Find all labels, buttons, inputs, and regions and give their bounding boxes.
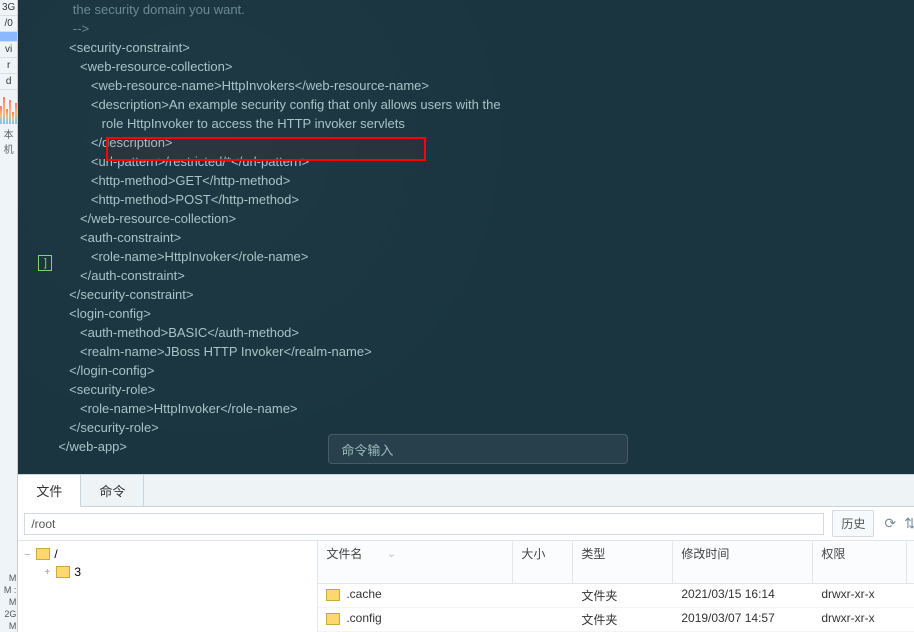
stat: 2G [0,608,17,620]
col-type[interactable]: 类型 [573,541,673,583]
gutter-marker[interactable]: ] [38,255,52,271]
command-input[interactable]: 命令输入 [328,434,628,464]
col-user[interactable]: 用户/用户组 [907,541,914,583]
label: 本机 [0,126,17,156]
file-size [513,584,573,607]
left-sidebar: 3G /0 vi r d 本机 M M : M 2G M [0,0,18,632]
code-line: --> [58,19,914,38]
file-perm: drwxr-xr-x [813,584,907,607]
code-line: </web-resource-collection> [58,209,914,228]
history-button[interactable]: 历史 [832,510,874,537]
code-line: the security domain you want. [58,0,914,19]
file-user: 0/0 [907,584,914,607]
col-perm[interactable]: 权限 [813,541,907,583]
code-line: <role-name>HttpInvoker</role-name> [58,399,914,418]
bars-icon [0,94,17,124]
tree-node-label: / [54,547,57,561]
code-editor[interactable]: the security domain you want. --> <secur… [18,0,914,474]
code-line: </security-constraint> [58,285,914,304]
code-line: role HttpInvoker to access the HTTP invo… [58,114,914,133]
label: d [0,74,17,90]
file-list[interactable]: 文件名 大小 类型 修改时间 权限 用户/用户组 .cache 文件夹 2021… [318,541,914,632]
code-line: <web-resource-name>HttpInvokers</web-res… [58,76,914,95]
col-size[interactable]: 大小 [513,541,573,583]
indicator [0,32,17,42]
code-line: <security-constraint> [58,38,914,57]
folder-icon [56,566,70,578]
code-line: <realm-name>JBoss HTTP Invoker</realm-na… [58,342,914,361]
code-line: <login-config> [58,304,914,323]
tab-bar: 文件 命令 [18,474,914,507]
tab-files[interactable]: 文件 [18,475,81,507]
code-line: <auth-method>BASIC</auth-method> [58,323,914,342]
code-line: <role-name>HttpInvoker</role-name> [58,247,914,266]
list-row[interactable]: .cache 文件夹 2021/03/15 16:14 drwxr-xr-x 0… [318,584,914,608]
folder-tree[interactable]: – / + 3 [18,541,318,632]
tree-node[interactable]: + 3 [22,563,313,581]
command-placeholder: 命令输入 [341,440,393,459]
main-area: the security domain you want. --> <secur… [18,0,914,632]
refresh-icon[interactable]: ⟳ [884,515,896,532]
list-row[interactable]: .config 文件夹 2019/03/07 14:57 drwxr-xr-x … [318,608,914,632]
file-date: 2021/03/15 16:14 [673,584,813,607]
code-line: </login-config> [58,361,914,380]
label: r [0,58,17,74]
file-type: 文件夹 [573,608,673,631]
file-name: .config [346,611,381,625]
path-input[interactable] [24,513,824,535]
bottom-panel: 文件 命令 历史 ⟳ ⇅ ⬇ ⬆ – / + [18,474,914,632]
code-line: <web-resource-collection> [58,57,914,76]
col-date[interactable]: 修改时间 [673,541,813,583]
stat: M [0,572,17,584]
path-bar: 历史 ⟳ ⇅ ⬇ ⬆ [18,507,914,541]
label: vi [0,42,17,58]
badge: 3G [0,0,17,16]
file-user: 0/0 [907,608,914,631]
code-line: <http-method>GET</http-method> [58,171,914,190]
tree-root[interactable]: – / [22,545,313,563]
code-line: <auth-constraint> [58,228,914,247]
code-line: </auth-constraint> [58,266,914,285]
file-perm: drwxr-xr-x [813,608,907,631]
sync-icon[interactable]: ⇅ [904,515,914,532]
col-name[interactable]: 文件名 [318,541,513,583]
file-type: 文件夹 [573,584,673,607]
code-line: <security-role> [58,380,914,399]
code-content: the security domain you want. --> <secur… [18,0,914,456]
file-date: 2019/03/07 14:57 [673,608,813,631]
stat: M [0,620,17,632]
folder-icon [326,613,340,625]
tree-node-label: 3 [74,565,81,579]
file-size [513,608,573,631]
stat: M : [0,584,17,596]
file-area: – / + 3 文件名 大小 类型 修改时间 权限 用户/用户组 [18,541,914,632]
stat: M [0,596,17,608]
list-header: 文件名 大小 类型 修改时间 权限 用户/用户组 [318,541,914,584]
highlight-box [106,137,426,161]
badge: /0 [0,16,17,32]
path-actions: ⟳ ⇅ ⬇ ⬆ [874,515,914,532]
collapse-icon[interactable]: – [22,549,32,560]
file-name: .cache [346,587,381,601]
tab-command[interactable]: 命令 [81,475,144,506]
folder-icon [36,548,50,560]
code-line: <http-method>POST</http-method> [58,190,914,209]
expand-icon[interactable]: + [42,567,52,578]
code-line: <description>An example security config … [58,95,914,114]
folder-icon [326,589,340,601]
